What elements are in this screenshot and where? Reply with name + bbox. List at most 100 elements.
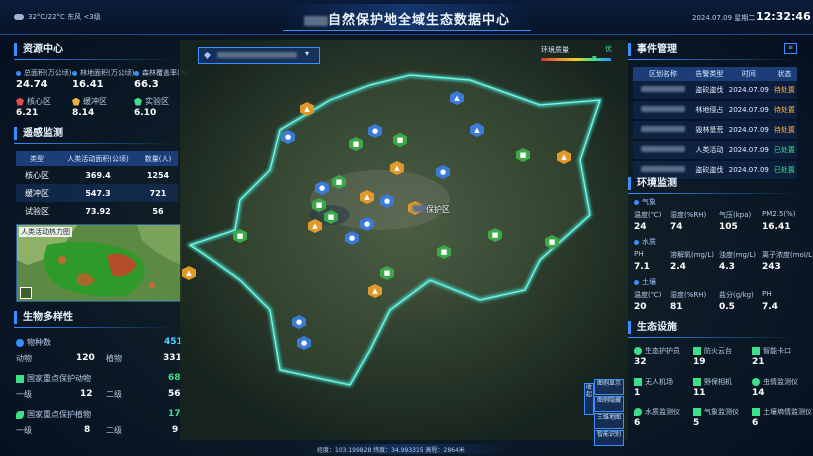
table-row[interactable]: 人类活动 2024.07.09 已处置 <box>633 140 797 161</box>
map-marker[interactable]: ■ <box>545 235 559 251</box>
col-type: 类型 <box>16 151 58 166</box>
map-marker[interactable]: ■ <box>393 133 407 149</box>
key-plant-level1-value: 8 <box>84 425 91 435</box>
menu-icon[interactable]: ≡ <box>784 43 797 54</box>
map-marker[interactable]: ● <box>292 315 306 331</box>
water-label-1: 溶解氧(mg/L) <box>670 251 714 259</box>
map-marker[interactable]: ● <box>436 165 450 181</box>
table-row[interactable]: 核心区 369.4 1254 <box>16 166 178 184</box>
map-marker[interactable]: ▲ <box>182 266 196 282</box>
table-row[interactable]: 缓冲区 547.3 721 <box>16 184 178 202</box>
map-marker[interactable]: ● <box>380 194 394 210</box>
plant-icon <box>16 410 24 419</box>
map-marker[interactable]: ▲ <box>300 102 314 118</box>
env-quality-label: 环境质量 <box>541 46 569 54</box>
row-region <box>633 81 693 101</box>
animal-label: 动物 <box>16 354 32 363</box>
soil-value-3: 7.4 <box>762 302 778 312</box>
row-alarm-type: 林地侵占 <box>693 100 726 121</box>
map-marker[interactable]: ▲ <box>470 123 484 139</box>
table-row[interactable]: 盗砍盗伐 2024.07.09 待处置 <box>633 81 797 101</box>
map-marker[interactable]: ● <box>360 217 374 233</box>
env-air-title: 气象 <box>634 197 656 207</box>
table-row[interactable]: 毁林垦荒 2024.07.09 待处置 <box>633 120 797 141</box>
map-marker[interactable]: ■ <box>437 245 451 261</box>
tool-legend-hide[interactable]: 图例隐藏 <box>594 396 624 412</box>
map-marker[interactable]: ▲ <box>450 91 464 107</box>
tool-smart-recognize[interactable]: 智能识别 <box>594 430 624 446</box>
table-row[interactable]: 林地侵占 2024.07.09 待处置 <box>633 100 797 121</box>
row-area: 73.92 <box>85 206 111 216</box>
device-pest-monitor-label: 虫情监测仪 <box>752 377 798 387</box>
row-status: 待处置 <box>771 81 797 101</box>
paw-icon <box>16 338 24 347</box>
air-value-3: 16.41 <box>762 222 791 232</box>
env-quality-scale <box>541 58 611 61</box>
map-marker[interactable]: ▲ <box>368 284 382 300</box>
bug-icon <box>752 378 760 386</box>
env-soil-title: 土壤 <box>634 277 656 287</box>
map-marker[interactable]: ■ <box>233 229 247 245</box>
remote-title: 遥感监测 <box>14 127 174 140</box>
device-soil-monitor-label: 土壤墒情监测仪 <box>752 407 812 417</box>
device-wildlife-camera-label: 野保相机 <box>693 377 732 387</box>
events-title: 事件管理 <box>628 43 798 56</box>
map-marker[interactable]: ■ <box>488 228 502 244</box>
map-marker[interactable]: ■ <box>516 148 530 164</box>
row-time: 2024.07.09 <box>725 100 772 121</box>
col-alarm-type: 告警类型 <box>693 67 726 81</box>
page-title: 自然保护地全域生态数据中心 <box>283 9 531 28</box>
tool-3d-map[interactable]: 三维地图 <box>594 413 624 429</box>
plant-label: 植物 <box>106 354 122 363</box>
map-marker[interactable]: ▲ <box>557 150 571 166</box>
key-animal-level2-label: 二级 <box>106 390 122 399</box>
ranger-icon <box>634 347 642 355</box>
device-weather-monitor-label: 气象监测仪 <box>693 407 739 417</box>
map-marker[interactable]: ■ <box>380 266 394 282</box>
soil-value-0: 20 <box>634 302 647 312</box>
map-marker[interactable]: ▲ <box>360 190 374 206</box>
map-marker[interactable]: ● <box>281 130 295 146</box>
key-plant-level2-label: 二级 <box>106 426 122 435</box>
chevron-down-icon: ▾ <box>305 49 310 58</box>
row-type: 核心区 <box>25 170 49 180</box>
location-icon <box>204 52 211 59</box>
water-value-2: 4.3 <box>719 262 735 272</box>
weather-widget: 32°C/22°C 东风 <3级 <box>14 12 101 22</box>
key-animal-level1-label: 一级 <box>16 390 32 399</box>
map-marker[interactable]: ▲ <box>308 219 322 235</box>
soil-label-0: 温度(℃) <box>634 291 662 299</box>
soil-label-3: PH <box>762 290 772 298</box>
map-marker[interactable]: ▲ <box>390 161 404 177</box>
table-row[interactable]: 试验区 73.92 56 <box>16 202 178 220</box>
water-label-2: 浊度(mg/L) <box>719 251 756 259</box>
water-label-3: 离子浓度(mol/L) <box>762 251 813 259</box>
row-time: 2024.07.09 <box>725 140 772 161</box>
col-time: 时间 <box>725 67 772 81</box>
map-marker[interactable]: ■ <box>332 175 346 191</box>
core-zone-icon <box>16 97 24 106</box>
experiment-zone-icon <box>134 97 142 106</box>
soil-label-1: 湿度(%RH) <box>670 291 707 299</box>
soil-value-1: 81 <box>670 302 683 312</box>
map-side-handle[interactable]: 收起 <box>584 383 594 415</box>
map-marker[interactable]: ■ <box>324 210 338 226</box>
stat-forest-area-value: 16.41 <box>72 79 104 90</box>
device-water-monitor-value: 6 <box>634 418 641 428</box>
expand-icon[interactable] <box>20 287 32 299</box>
map-marker[interactable]: ● <box>368 124 382 140</box>
stat-total-area-value: 24.74 <box>16 79 48 90</box>
map-marker[interactable]: ● <box>297 336 311 352</box>
remote-table: 类型 人类活动面积(公顷) 数量(人) 核心区 369.4 1254 缓冲区 5… <box>16 151 178 220</box>
coordinate-readout: 经度：103.199828 纬度：34.993315 高程：2864米 <box>317 447 465 454</box>
map-marker[interactable]: ● <box>315 181 329 197</box>
heatmap-thumbnail[interactable]: 人类活动热力图 <box>16 224 182 302</box>
tool-legend-show[interactable]: 图例显示 <box>594 379 624 395</box>
terrain-map[interactable] <box>180 40 628 440</box>
map-marker[interactable]: ● <box>345 231 359 247</box>
row-status: 待处置 <box>771 120 797 141</box>
region-select[interactable]: ▾ <box>198 47 320 64</box>
animal-value: 120 <box>76 353 95 363</box>
air-value-0: 24 <box>634 222 647 232</box>
map-marker[interactable]: ■ <box>349 137 363 153</box>
